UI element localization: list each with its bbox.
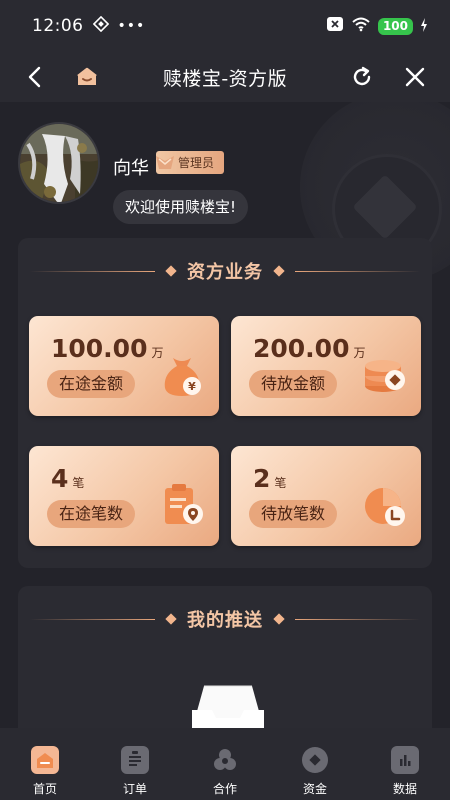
push-panel: 我的推送 — [18, 586, 432, 728]
push-section-title: 我的推送 — [187, 610, 263, 631]
stat-value: 4笔 — [51, 464, 85, 493]
diamond-icon — [165, 613, 177, 625]
money-bag-icon: ¥ — [164, 358, 201, 396]
stat-unit: 笔 — [72, 476, 85, 490]
stat-card-pending-amount[interactable]: 200.00 万 待放金额 — [231, 316, 421, 416]
diamond-icon — [165, 265, 177, 277]
stat-label: 在途金额 — [47, 370, 136, 398]
refresh-icon — [353, 66, 371, 86]
sim-off-icon — [326, 16, 344, 36]
divider — [30, 618, 155, 620]
stat-label: 待放笔数 — [249, 500, 338, 528]
status-time: 12:06 — [32, 16, 84, 36]
waterfall-photo-icon — [20, 124, 98, 202]
role-badge: 管理员 — [156, 150, 225, 174]
bottom-tab-bar: 首页 订单 合作 资金 数据 — [0, 728, 450, 800]
avatar[interactable] — [18, 122, 100, 204]
business-panel: 资方业务 100.00 万 在途金额 ¥ 200.00 万 待放金额 4 笔 在… — [18, 238, 432, 568]
tab-cooperation[interactable]: 合作 — [180, 728, 270, 800]
divider — [295, 270, 420, 272]
close-icon — [405, 67, 425, 87]
order-list-icon — [121, 746, 149, 774]
crown-icon — [156, 156, 174, 169]
home-icon — [31, 746, 59, 774]
tab-label: 数据 — [392, 782, 417, 796]
divider — [30, 270, 155, 272]
nav-bar: 赎楼宝-资方版 — [0, 52, 450, 102]
pie-chart-icon — [365, 488, 405, 526]
stat-card-pending-count[interactable]: 2笔 待放笔数 — [231, 446, 421, 546]
tab-orders[interactable]: 订单 — [90, 728, 180, 800]
stat-unit: 笔 — [274, 476, 287, 490]
tab-data[interactable]: 数据 — [360, 728, 450, 800]
push-section-header: 我的推送 — [18, 604, 432, 634]
svg-text:¥: ¥ — [188, 380, 196, 393]
stat-label: 在途笔数 — [47, 500, 136, 528]
business-section-title: 资方业务 — [187, 262, 263, 283]
more-notifications-icon: ••• — [117, 18, 146, 34]
charging-icon — [420, 17, 428, 36]
stat-card-in-transit-count[interactable]: 4笔 在途笔数 — [29, 446, 219, 546]
clipboard-location-icon — [165, 484, 203, 524]
tab-label: 资金 — [302, 782, 327, 796]
tab-funds[interactable]: 资金 — [270, 728, 360, 800]
stat-value: 200.00 万 — [253, 334, 366, 363]
diamond-icon — [273, 613, 285, 625]
stat-card-in-transit-amount[interactable]: 100.00 万 在途金额 ¥ — [29, 316, 219, 416]
funds-icon — [301, 746, 329, 774]
close-button[interactable] — [400, 62, 430, 92]
tab-label: 首页 — [32, 782, 57, 796]
wifi-icon — [351, 16, 371, 36]
coin-stack-icon — [365, 360, 405, 392]
stat-value: 2笔 — [253, 464, 287, 493]
main-content[interactable]: 向华 管理员 欢迎使用赎楼宝! 资方业务 100.00 万 在途金额 ¥ 200… — [0, 102, 450, 728]
business-section-header: 资方业务 — [18, 256, 432, 286]
stat-value: 100.00 万 — [51, 334, 164, 363]
battery-indicator: 100 — [377, 17, 413, 35]
status-bar: 12:06 ••• 100 — [0, 0, 450, 52]
tab-label: 合作 — [212, 782, 237, 796]
tab-home[interactable]: 首页 — [0, 728, 90, 800]
stat-label: 待放金额 — [249, 370, 338, 398]
cooperation-icon — [211, 746, 239, 774]
user-name: 向华 — [113, 158, 149, 179]
app-notification-icon — [92, 15, 109, 36]
diamond-icon — [273, 265, 285, 277]
data-chart-icon — [391, 746, 419, 774]
refresh-button[interactable] — [347, 62, 377, 92]
divider — [295, 618, 420, 620]
page-title: 赎楼宝-资方版 — [162, 68, 288, 90]
tab-label: 订单 — [122, 782, 147, 796]
empty-inbox-icon — [192, 685, 264, 728]
welcome-message: 欢迎使用赎楼宝! — [113, 190, 249, 224]
